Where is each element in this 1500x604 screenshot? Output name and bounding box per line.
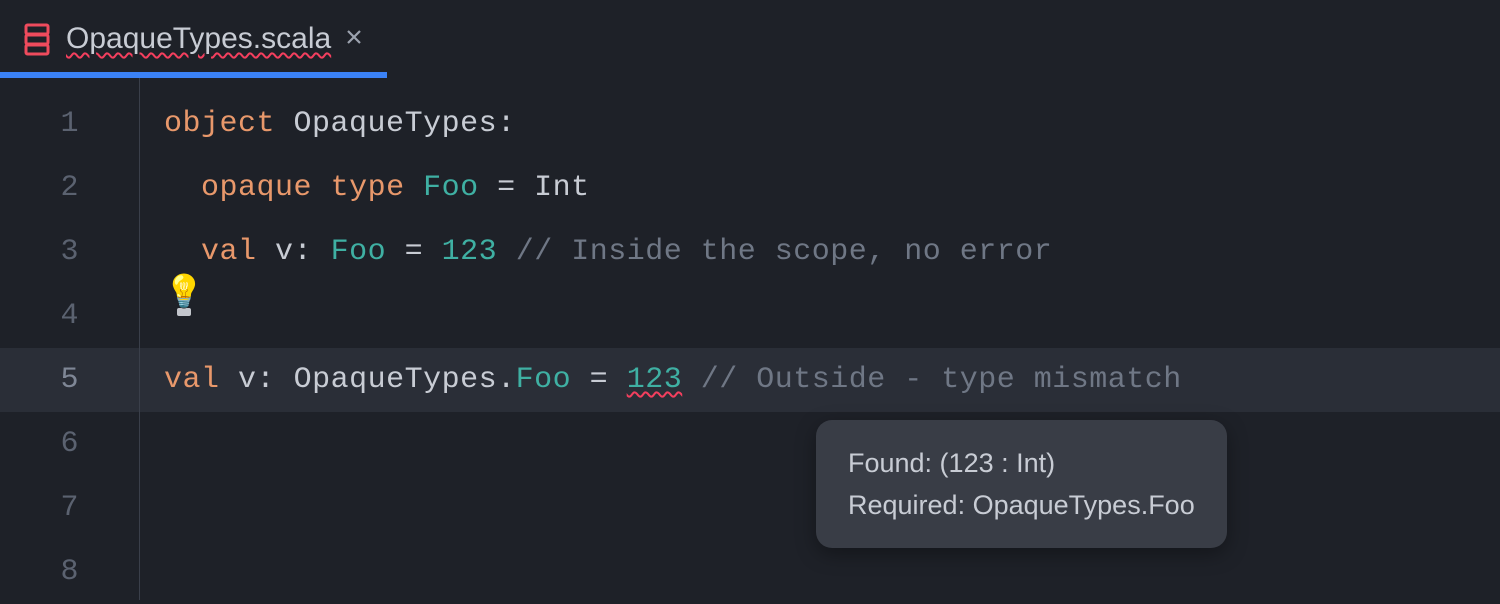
punct: :: [257, 363, 276, 397]
line-number: 7: [0, 476, 139, 540]
comment: // Outside - type mismatch: [701, 363, 1182, 397]
identifier: v: [275, 235, 294, 269]
intention-bulb-icon[interactable]: 💡: [164, 274, 204, 316]
qualifier: OpaqueTypes: [294, 363, 498, 397]
punct: =: [405, 235, 424, 269]
type-name: Foo: [331, 235, 387, 269]
code-line[interactable]: opaque type Foo = Int: [140, 156, 1500, 220]
line-number: 3: [0, 220, 139, 284]
punct: :: [294, 235, 313, 269]
line-number: 8: [0, 540, 139, 604]
punct: =: [497, 171, 516, 205]
tooltip-line: Required: OpaqueTypes.Foo: [848, 484, 1195, 526]
scala-file-icon: [22, 22, 52, 56]
code-line[interactable]: [140, 284, 1500, 348]
code-area[interactable]: object OpaqueTypes: opaque type Foo = In…: [140, 78, 1500, 600]
code-line[interactable]: val v: Foo = 123 // Inside the scope, no…: [140, 220, 1500, 284]
tooltip-line: Found: (123 : Int): [848, 442, 1195, 484]
punct: .: [497, 363, 516, 397]
line-number: 5: [0, 348, 139, 412]
keyword: opaque: [201, 171, 312, 205]
literal: 123: [442, 235, 498, 269]
type-name: Int: [534, 171, 590, 205]
code-line[interactable]: [140, 540, 1500, 604]
identifier: OpaqueTypes: [294, 107, 498, 141]
gutter: 1 2 3 4 5 6 7 8: [0, 78, 140, 600]
punct: :: [497, 107, 516, 141]
keyword: val: [201, 235, 257, 269]
identifier: v: [238, 363, 257, 397]
keyword: object: [164, 107, 275, 141]
line-number: 6: [0, 412, 139, 476]
error-literal: 123: [627, 363, 683, 397]
editor: 1 2 3 4 5 6 7 8 object OpaqueTypes: opaq…: [0, 78, 1500, 600]
tab-bar: OpaqueTypes.scala: [0, 0, 1500, 78]
code-line[interactable]: val v: OpaqueTypes.Foo = 123 // Outside …: [140, 348, 1500, 412]
close-icon[interactable]: [345, 28, 363, 51]
punct: =: [590, 363, 609, 397]
comment: // Inside the scope, no error: [516, 235, 1053, 269]
code-line[interactable]: object OpaqueTypes:: [140, 92, 1500, 156]
editor-tab[interactable]: OpaqueTypes.scala: [0, 0, 387, 78]
keyword: val: [164, 363, 220, 397]
type-name: Foo: [423, 171, 479, 205]
error-tooltip: Found: (123 : Int) Required: OpaqueTypes…: [816, 420, 1227, 548]
tab-filename: OpaqueTypes.scala: [66, 22, 331, 56]
line-number: 2: [0, 156, 139, 220]
keyword: type: [331, 171, 405, 205]
line-number: 4: [0, 284, 139, 348]
line-number: 1: [0, 92, 139, 156]
type-name: Foo: [516, 363, 572, 397]
